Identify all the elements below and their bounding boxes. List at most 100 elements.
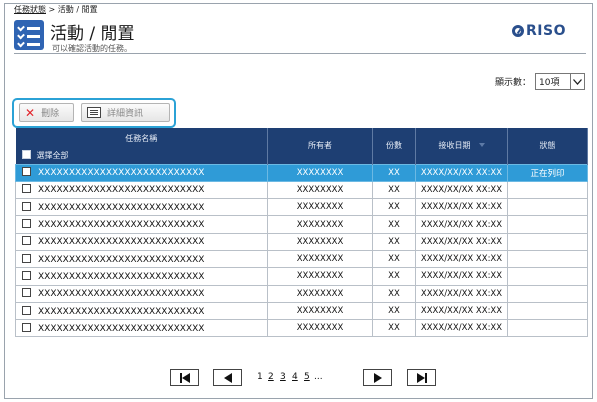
table-row[interactable]: XXXXXXXXXXXXXXXXXXXXXXXXXXX XXXXXXXX XX XXX… (15, 198, 588, 217)
job-name-cell-text: XXXXXXXXXXXXXXXXXXXXXXXXXXX (38, 254, 205, 265)
copies-cell: XX (372, 198, 416, 217)
copies-cell: XX (372, 249, 416, 269)
owner-cell-text: XXXXXXXX (296, 271, 344, 282)
select-all-cell[interactable]: 選擇全部 (15, 148, 268, 164)
status-cell (507, 215, 588, 234)
details-button[interactable]: 詳細資訊 (81, 103, 170, 122)
select-all-checkbox[interactable] (21, 150, 31, 160)
owner-cell-text: XXXXXXXX (296, 254, 344, 265)
row-checkbox[interactable] (22, 236, 31, 246)
status-cell (507, 284, 588, 303)
page-current: 1 (257, 372, 263, 382)
copies-cell-text: XX (388, 306, 400, 317)
row-checkbox[interactable] (22, 305, 31, 315)
table-row[interactable]: XXXXXXXXXXXXXXXXXXXXXXXXXXX XXXXXXXX XX XXX… (15, 215, 588, 234)
column-header-owner[interactable]: 所有者 (267, 128, 373, 164)
job-name-cell-text: XXXXXXXXXXXXXXXXXXXXXXXXXXX (38, 271, 205, 282)
status-cell (507, 267, 588, 286)
owner-cell-text: XXXXXXXX (296, 202, 344, 213)
status-cell (507, 232, 588, 251)
row-checkbox[interactable] (22, 288, 31, 298)
table-row[interactable]: XXXXXXXXXXXXXXXXXXXXXXXXXXX XXXXXXXX XX XXX… (15, 163, 588, 182)
received-date-cell-text: XXXX/XX/XX XX:XX (420, 184, 503, 195)
received-date-cell-text: XXXX/XX/XX XX:XX (420, 202, 503, 213)
display-count-label: 顯示數： (495, 78, 532, 88)
page-link-2[interactable]: 2 (268, 372, 274, 382)
copies-cell-text: XX (388, 184, 400, 195)
job-name-cell: XXXXXXXXXXXXXXXXXXXXXXXXXXX (15, 232, 268, 251)
received-date-cell: XXXX/XX/XX XX:XX (415, 232, 508, 251)
job-name-cell-text: XXXXXXXXXXXXXXXXXXXXXXXXXXX (38, 323, 205, 334)
status-cell-text: 正在列印 (530, 168, 565, 179)
copies-cell: XX (372, 163, 416, 182)
display-count-select[interactable]: 10項 (535, 73, 586, 90)
row-checkbox[interactable] (22, 184, 31, 194)
page-link-4[interactable]: 4 (292, 372, 298, 382)
copies-cell: XX (372, 319, 416, 338)
job-name-cell-text: XXXXXXXXXXXXXXXXXXXXXXXXXXX (38, 237, 205, 248)
status-cell (507, 180, 588, 200)
next-page-button[interactable] (363, 369, 392, 386)
row-checkbox[interactable] (22, 253, 31, 263)
table-row[interactable]: XXXXXXXXXXXXXXXXXXXXXXXXXXX XXXXXXXX XX XXX… (15, 301, 588, 321)
column-header-status[interactable]: 狀態 (507, 128, 588, 164)
owner-cell-text: XXXXXXXX (296, 236, 344, 247)
copies-cell: XX (372, 284, 416, 303)
column-header-received[interactable]: 接收日期 (415, 128, 508, 164)
next-page-icon (373, 372, 382, 383)
received-date-cell: XXXX/XX/XX XX:XX (415, 249, 508, 269)
received-date-cell: XXXX/XX/XX XX:XX (415, 284, 508, 303)
received-date-cell: XXXX/XX/XX XX:XX (415, 198, 508, 217)
row-checkbox[interactable] (22, 219, 31, 229)
received-header-label: 接收日期 (438, 141, 471, 151)
copies-cell-text: XX (388, 219, 400, 230)
page-link-3[interactable]: 3 (280, 372, 286, 382)
table-row[interactable]: XXXXXXXXXXXXXXXXXXXXXXXXXXX XXXXXXXX XX XXX… (15, 180, 588, 200)
received-date-cell-text: XXXX/XX/XX XX:XX (420, 167, 503, 178)
status-cell (507, 319, 588, 338)
copies-cell: XX (372, 232, 416, 251)
received-date-cell-text: XXXX/XX/XX XX:XX (420, 288, 503, 299)
delete-button-label: 刪除 (41, 109, 60, 119)
owner-cell: XXXXXXXX (267, 232, 373, 251)
table-row[interactable]: XXXXXXXXXXXXXXXXXXXXXXXXXXX XXXXXXXX XX XXX… (15, 232, 588, 251)
breadcrumb: 任務狀態 > 活動 / 閒置 (14, 4, 98, 15)
delete-button[interactable]: ✕ 刪除 (19, 103, 74, 122)
pagination: 1 2 3 4 5 ... (0, 369, 597, 387)
prev-page-button[interactable] (213, 369, 242, 386)
row-checkbox[interactable] (22, 322, 31, 332)
column-header-copies[interactable]: 份數 (372, 128, 416, 164)
owner-cell: XXXXXXXX (267, 301, 373, 321)
chevron-down-icon[interactable] (570, 74, 584, 89)
column-header-name[interactable]: 任務名稱 (15, 128, 268, 148)
table-row[interactable]: XXXXXXXXXXXXXXXXXXXXXXXXXXX XXXXXXXX XX XXX… (15, 284, 588, 303)
row-checkbox[interactable] (22, 270, 31, 280)
owner-cell: XXXXXXXX (267, 163, 373, 182)
owner-cell: XXXXXXXX (267, 249, 373, 269)
table-row[interactable]: XXXXXXXXXXXXXXXXXXXXXXXXXXX XXXXXXXX XX XXX… (15, 267, 588, 286)
job-name-cell: XXXXXXXXXXXXXXXXXXXXXXXXXXX (15, 163, 268, 182)
row-checkbox[interactable] (22, 167, 31, 177)
row-checkbox[interactable] (22, 201, 31, 211)
job-name-cell: XXXXXXXXXXXXXXXXXXXXXXXXXXX (15, 267, 268, 286)
copies-cell-text: XX (388, 323, 400, 334)
received-date-cell-text: XXXX/XX/XX XX:XX (420, 236, 503, 247)
first-page-button[interactable] (170, 369, 199, 386)
received-date-cell: XXXX/XX/XX XX:XX (415, 180, 508, 200)
owner-cell: XXXXXXXX (267, 319, 373, 338)
last-page-button[interactable] (407, 369, 436, 386)
job-name-cell: XXXXXXXXXXXXXXXXXXXXXXXXXXX (15, 319, 268, 338)
page-link-5[interactable]: 5 (304, 372, 310, 382)
prev-page-icon (223, 372, 232, 383)
received-date-cell-text: XXXX/XX/XX XX:XX (420, 254, 503, 265)
breadcrumb-job-status-link[interactable]: 任務狀態 (14, 5, 46, 14)
first-page-icon (179, 372, 190, 383)
table-row[interactable]: XXXXXXXXXXXXXXXXXXXXXXXXXXX XXXXXXXX XX XXX… (15, 319, 588, 338)
copies-cell-text: XX (388, 202, 400, 213)
logo-text: RISO (526, 23, 566, 39)
received-date-cell-text: XXXX/XX/XX XX:XX (420, 323, 503, 334)
job-name-cell: XXXXXXXXXXXXXXXXXXXXXXXXXXX (15, 301, 268, 321)
table-row[interactable]: XXXXXXXXXXXXXXXXXXXXXXXXXXX XXXXXXXX XX XXX… (15, 249, 588, 269)
task-list-icon (14, 20, 44, 50)
job-table-body: XXXXXXXXXXXXXXXXXXXXXXXXXXX XXXXXXXX XX XXX… (15, 163, 588, 338)
